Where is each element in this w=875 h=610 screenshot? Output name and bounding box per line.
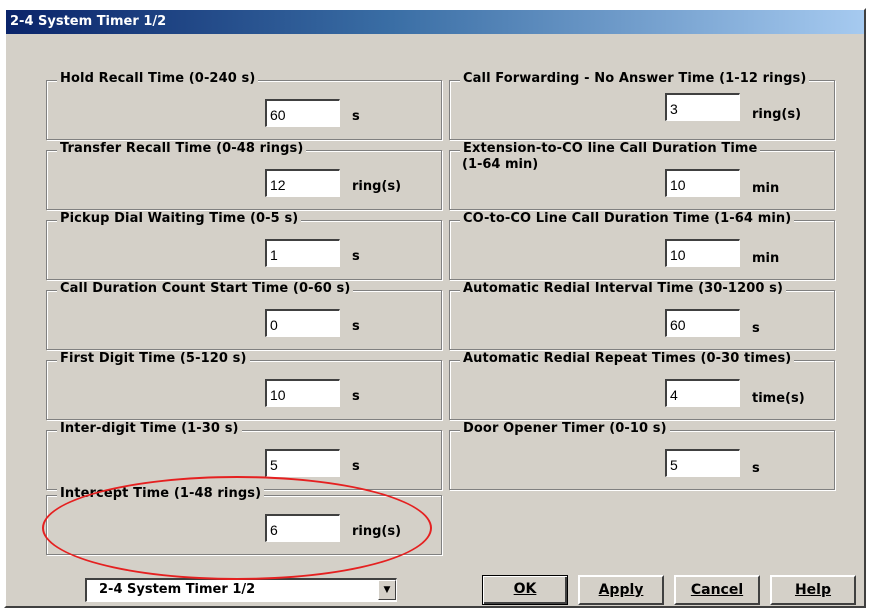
group-label: Extension-to-CO line Call Duration Time (460, 141, 761, 156)
hold-recall-time-input[interactable] (265, 99, 340, 127)
inter-digit-time-input[interactable] (265, 449, 340, 477)
group-label: First Digit Time (5-120 s) (57, 351, 250, 366)
group-label: Automatic Redial Repeat Times (0-30 time… (460, 351, 795, 366)
cancel-button-label: Cancel (690, 582, 744, 598)
ok-button[interactable]: OK (482, 575, 568, 605)
co-to-co-duration-input[interactable] (665, 239, 740, 267)
unit-label: s (752, 321, 760, 336)
help-button[interactable]: Help (770, 575, 856, 605)
unit-label: s (352, 459, 360, 474)
apply-button[interactable]: Apply (578, 575, 664, 605)
group-label: Inter-digit Time (1-30 s) (57, 421, 242, 436)
page-select-dropdown[interactable]: 2-4 System Timer 1/2 ▼ (85, 578, 397, 602)
unit-label: s (352, 389, 360, 404)
group-label: Automatic Redial Interval Time (30-1200 … (460, 281, 787, 296)
help-button-label: Help (794, 582, 832, 598)
group-label: Door Opener Timer (0-10 s) (460, 421, 670, 436)
group-label: Hold Recall Time (0-240 s) (57, 71, 259, 86)
automatic-redial-repeat-input[interactable] (665, 379, 740, 407)
extension-to-co-duration-input[interactable] (665, 169, 740, 197)
group-transfer-recall-time: Transfer Recall Time (0-48 rings) ring(s… (46, 141, 442, 210)
unit-label: s (352, 319, 360, 334)
group-hold-recall-time: Hold Recall Time (0-240 s) s (46, 71, 442, 140)
group-label: CO-to-CO Line Call Duration Time (1-64 m… (460, 211, 795, 226)
title-bar: 2-4 System Timer 1/2 (6, 10, 864, 34)
first-digit-time-input[interactable] (265, 379, 340, 407)
pickup-dial-waiting-time-input[interactable] (265, 239, 340, 267)
unit-label: ring(s) (352, 524, 402, 539)
dialog-window: 2-4 System Timer 1/2 Hold Recall Time (0… (4, 8, 866, 608)
intercept-time-input[interactable] (265, 514, 340, 542)
group-call-forwarding-no-answer-time: Call Forwarding - No Answer Time (1-12 r… (449, 71, 835, 140)
group-intercept-time: Intercept Time (1-48 rings) ring(s) (46, 486, 442, 555)
unit-label: s (752, 461, 760, 476)
group-inter-digit-time: Inter-digit Time (1-30 s) s (46, 421, 442, 490)
unit-label: s (352, 249, 360, 264)
group-automatic-redial-repeat-times: Automatic Redial Repeat Times (0-30 time… (449, 351, 835, 420)
group-call-duration-count-start-time: Call Duration Count Start Time (0-60 s) … (46, 281, 442, 350)
group-first-digit-time: First Digit Time (5-120 s) s (46, 351, 442, 420)
unit-label: time(s) (752, 391, 805, 406)
group-label: Call Forwarding - No Answer Time (1-12 r… (460, 71, 810, 86)
unit-label: ring(s) (752, 107, 802, 122)
group-label: Pickup Dial Waiting Time (0-5 s) (57, 211, 302, 226)
door-opener-timer-input[interactable] (665, 449, 740, 477)
group-co-to-co-line-call-duration-time: CO-to-CO Line Call Duration Time (1-64 m… (449, 211, 835, 280)
combo-arrow-icon[interactable]: ▼ (378, 580, 396, 600)
call-forwarding-no-answer-input[interactable] (665, 93, 740, 121)
group-label: Call Duration Count Start Time (0-60 s) (57, 281, 354, 296)
unit-label: min (752, 181, 780, 196)
group-automatic-redial-interval-time: Automatic Redial Interval Time (30-1200 … (449, 281, 835, 350)
automatic-redial-interval-input[interactable] (665, 309, 740, 337)
group-label: Intercept Time (1-48 rings) (57, 486, 265, 501)
group-label-continued: (1-64 min) (462, 157, 539, 172)
group-label: Transfer Recall Time (0-48 rings) (57, 141, 307, 156)
apply-button-label: Apply (598, 582, 644, 598)
transfer-recall-time-input[interactable] (265, 169, 340, 197)
unit-label: min (752, 251, 780, 266)
ok-button-label: OK (513, 581, 537, 597)
unit-label: s (352, 109, 360, 124)
group-pickup-dial-waiting-time: Pickup Dial Waiting Time (0-5 s) s (46, 211, 442, 280)
group-extension-to-co-line-call-duration-time: Extension-to-CO line Call Duration Time … (449, 141, 835, 210)
call-duration-count-start-input[interactable] (265, 309, 340, 337)
page-select-value: 2-4 System Timer 1/2 (99, 582, 256, 597)
unit-label: ring(s) (352, 179, 402, 194)
group-door-opener-timer: Door Opener Timer (0-10 s) s (449, 421, 835, 490)
cancel-button[interactable]: Cancel (674, 575, 760, 605)
